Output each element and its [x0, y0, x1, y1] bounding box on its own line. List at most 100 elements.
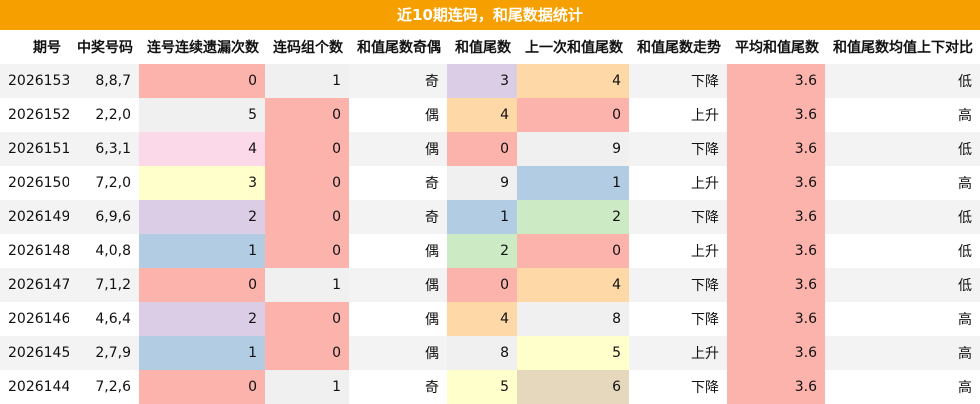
sum-tail-cell: 0 [447, 132, 517, 166]
period-cell: 2026149 [0, 200, 69, 234]
compare-cell: 低 [825, 268, 980, 302]
group-count-cell: 1 [265, 370, 349, 404]
group-count-cell: 0 [265, 98, 349, 132]
parity-cell: 偶 [349, 234, 447, 268]
compare-cell: 低 [825, 64, 980, 98]
consecutive-miss-cell: 0 [139, 370, 265, 404]
group-count-cell: 0 [265, 302, 349, 336]
table-row: 2026147 7,1,2 0 1 偶 0 4 下降 3.6 低 [0, 268, 980, 302]
table-row: 2026148 4,0,8 1 0 偶 2 0 上升 3.6 低 [0, 234, 980, 268]
consecutive-miss-cell: 0 [139, 268, 265, 302]
col-header-sum-tail-parity: 和值尾数奇偶 [349, 30, 447, 64]
stats-table: 期号 中奖号码 连号连续遗漏次数 连码组个数 和值尾数奇偶 和值尾数 上一次和值… [0, 30, 980, 404]
numbers-cell: 7,2,0 [69, 166, 139, 200]
avg-cell: 3.6 [727, 268, 825, 302]
parity-cell: 偶 [349, 268, 447, 302]
avg-cell: 3.6 [727, 200, 825, 234]
compare-cell: 低 [825, 234, 980, 268]
avg-cell: 3.6 [727, 336, 825, 370]
parity-cell: 偶 [349, 336, 447, 370]
trend-cell: 上升 [629, 336, 727, 370]
avg-cell: 3.6 [727, 302, 825, 336]
table-row: 2026144 7,2,6 0 1 奇 5 6 下降 3.6 高 [0, 370, 980, 404]
numbers-cell: 4,0,8 [69, 234, 139, 268]
compare-cell: 高 [825, 370, 980, 404]
header-row: 期号 中奖号码 连号连续遗漏次数 连码组个数 和值尾数奇偶 和值尾数 上一次和值… [0, 30, 980, 64]
prev-sum-tail-cell: 4 [517, 268, 629, 302]
group-count-cell: 0 [265, 200, 349, 234]
sum-tail-cell: 4 [447, 302, 517, 336]
numbers-cell: 4,6,4 [69, 302, 139, 336]
prev-sum-tail-cell: 2 [517, 200, 629, 234]
table-row: 2026149 6,9,6 2 0 奇 1 2 下降 3.6 低 [0, 200, 980, 234]
numbers-cell: 2,7,9 [69, 336, 139, 370]
parity-cell: 偶 [349, 302, 447, 336]
table-body: 2026153 8,8,7 0 1 奇 3 4 下降 3.6 低 2026152 2,2,0 5 0 偶 4 0… [0, 64, 980, 404]
period-cell: 2026146 [0, 302, 69, 336]
col-header-sum-tail-trend: 和值尾数走势 [629, 30, 727, 64]
trend-cell: 上升 [629, 98, 727, 132]
avg-cell: 3.6 [727, 166, 825, 200]
compare-cell: 高 [825, 98, 980, 132]
compare-cell: 高 [825, 166, 980, 200]
compare-cell: 低 [825, 200, 980, 234]
consecutive-miss-cell: 5 [139, 98, 265, 132]
consecutive-miss-cell: 1 [139, 336, 265, 370]
col-header-prev-sum-tail: 上一次和值尾数 [517, 30, 629, 64]
compare-cell: 高 [825, 302, 980, 336]
prev-sum-tail-cell: 5 [517, 336, 629, 370]
trend-cell: 上升 [629, 234, 727, 268]
col-header-group-count: 连码组个数 [265, 30, 349, 64]
table-row: 2026151 6,3,1 4 0 偶 0 9 下降 3.6 低 [0, 132, 980, 166]
consecutive-miss-cell: 3 [139, 166, 265, 200]
parity-cell: 奇 [349, 200, 447, 234]
consecutive-miss-cell: 2 [139, 200, 265, 234]
trend-cell: 下降 [629, 64, 727, 98]
group-count-cell: 0 [265, 336, 349, 370]
avg-cell: 3.6 [727, 64, 825, 98]
parity-cell: 奇 [349, 64, 447, 98]
consecutive-miss-cell: 0 [139, 64, 265, 98]
period-cell: 2026152 [0, 98, 69, 132]
period-cell: 2026150 [0, 166, 69, 200]
prev-sum-tail-cell: 8 [517, 302, 629, 336]
prev-sum-tail-cell: 6 [517, 370, 629, 404]
prev-sum-tail-cell: 0 [517, 98, 629, 132]
trend-cell: 下降 [629, 302, 727, 336]
table-title: 近10期连码，和尾数据统计 [0, 0, 980, 30]
trend-cell: 下降 [629, 268, 727, 302]
sum-tail-cell: 5 [447, 370, 517, 404]
sum-tail-cell: 4 [447, 98, 517, 132]
numbers-cell: 6,3,1 [69, 132, 139, 166]
table-row: 2026146 4,6,4 2 0 偶 4 8 下降 3.6 高 [0, 302, 980, 336]
trend-cell: 下降 [629, 200, 727, 234]
compare-cell: 高 [825, 336, 980, 370]
table-row: 2026153 8,8,7 0 1 奇 3 4 下降 3.6 低 [0, 64, 980, 98]
col-header-period: 期号 [0, 30, 69, 64]
compare-cell: 低 [825, 132, 980, 166]
consecutive-miss-cell: 4 [139, 132, 265, 166]
numbers-cell: 8,8,7 [69, 64, 139, 98]
prev-sum-tail-cell: 4 [517, 64, 629, 98]
numbers-cell: 7,2,6 [69, 370, 139, 404]
group-count-cell: 0 [265, 166, 349, 200]
col-header-avg-sum-tail: 平均和值尾数 [727, 30, 825, 64]
avg-cell: 3.6 [727, 370, 825, 404]
avg-cell: 3.6 [727, 98, 825, 132]
col-header-avg-compare: 和值尾数均值上下对比 [825, 30, 980, 64]
parity-cell: 奇 [349, 166, 447, 200]
group-count-cell: 1 [265, 64, 349, 98]
trend-cell: 下降 [629, 370, 727, 404]
period-cell: 2026151 [0, 132, 69, 166]
period-cell: 2026153 [0, 64, 69, 98]
group-count-cell: 0 [265, 234, 349, 268]
numbers-cell: 2,2,0 [69, 98, 139, 132]
prev-sum-tail-cell: 0 [517, 234, 629, 268]
col-header-winning-numbers: 中奖号码 [69, 30, 139, 64]
col-header-sum-tail: 和值尾数 [447, 30, 517, 64]
sum-tail-cell: 0 [447, 268, 517, 302]
group-count-cell: 0 [265, 132, 349, 166]
period-cell: 2026147 [0, 268, 69, 302]
consecutive-miss-cell: 1 [139, 234, 265, 268]
table-row: 2026150 7,2,0 3 0 奇 9 1 上升 3.6 高 [0, 166, 980, 200]
